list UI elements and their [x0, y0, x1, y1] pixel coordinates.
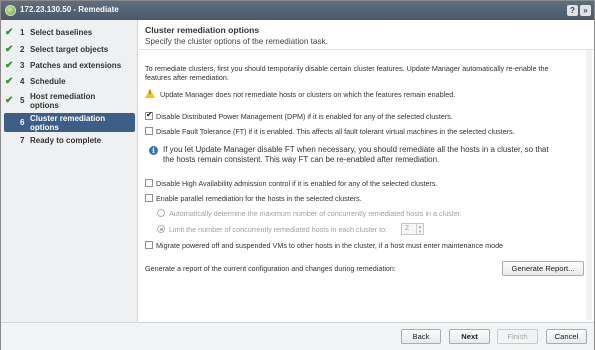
- step-number: 2: [20, 45, 25, 54]
- step-number: 3: [20, 61, 25, 70]
- step-label: Select target objects: [30, 45, 109, 54]
- disable-ha-label: Disable High Availability admission cont…: [156, 179, 438, 188]
- step-host-remediation-options[interactable]: ✔ 5 Host remediation options: [1, 92, 138, 112]
- scrollbar[interactable]: [586, 50, 592, 320]
- step-number: 7: [20, 136, 25, 145]
- check-icon: ✔: [5, 95, 14, 106]
- info-text-line-1: If you let Update Manager disable FT whe…: [163, 145, 549, 154]
- check-icon: ✔: [5, 44, 14, 55]
- step-number: 6: [20, 118, 25, 127]
- disable-dpm-checkbox[interactable]: [145, 110, 153, 120]
- step-label: Host remediation options: [30, 92, 95, 110]
- disable-ha-checkbox[interactable]: [145, 179, 153, 187]
- check-icon: ✔: [5, 76, 14, 87]
- wizard-footer: Back Next Finish Cancel: [1, 322, 594, 350]
- disable-dpm-label: Disable Distributed Power Management (DP…: [156, 112, 453, 121]
- step-label-line-2: options: [30, 101, 59, 110]
- step-ready-to-complete[interactable]: 7 Ready to complete: [1, 136, 138, 148]
- finish-button[interactable]: Finish: [497, 329, 538, 344]
- back-button[interactable]: Back: [401, 329, 441, 344]
- warning-icon: !: [145, 89, 155, 98]
- page-header: Cluster remediation options Specify the …: [139, 20, 594, 50]
- intro-text-line-2: features after remediation.: [145, 73, 229, 82]
- step-schedule[interactable]: ✔ 4 Schedule: [1, 76, 138, 89]
- step-number: 4: [20, 77, 25, 86]
- step-number: 5: [20, 96, 25, 105]
- migrate-vms-checkbox[interactable]: [145, 241, 153, 249]
- page-title: Cluster remediation options: [145, 25, 260, 35]
- step-select-baselines[interactable]: ✔ 1 Select baselines: [1, 27, 138, 40]
- step-label-line-2: options: [30, 123, 59, 132]
- window-title: 172.23.130.50 - Remediate: [20, 5, 119, 14]
- page-subtitle: Specify the cluster options of the remed…: [145, 37, 328, 46]
- limit-hosts-radio[interactable]: [157, 225, 165, 233]
- step-patches-and-extensions[interactable]: ✔ 3 Patches and extensions: [1, 60, 138, 73]
- step-number: 1: [20, 28, 25, 37]
- next-button[interactable]: Next: [449, 329, 490, 344]
- limit-hosts-stepper[interactable]: 2 ▲ ▼: [401, 223, 424, 235]
- title-bar: 172.23.130.50 - Remediate ? »: [1, 1, 594, 20]
- generate-report-button[interactable]: Generate Report...: [502, 261, 584, 276]
- step-label: Select baselines: [30, 28, 93, 37]
- step-select-target-objects[interactable]: ✔ 2 Select target objects: [1, 44, 138, 57]
- collapse-button[interactable]: »: [580, 5, 591, 16]
- parallel-remediation-checkbox[interactable]: [145, 194, 153, 202]
- disable-ft-checkbox[interactable]: [145, 127, 153, 135]
- stepper-arrows-icon[interactable]: ▲ ▼: [416, 224, 423, 234]
- content-pane: Cluster remediation options Specify the …: [139, 20, 594, 322]
- check-icon: ✔: [5, 60, 14, 71]
- report-label: Generate a report of the current configu…: [145, 264, 396, 273]
- step-label: Schedule: [30, 77, 66, 86]
- step-label-line-1: Host remediation: [30, 92, 96, 101]
- limit-hosts-value: 2: [405, 225, 409, 232]
- check-icon: ✔: [5, 27, 14, 38]
- disable-ft-label: Disable Fault Tolerance (FT) if it is en…: [156, 127, 515, 136]
- wizard-steps: ✔ 1 Select baselines ✔ 2 Select target o…: [1, 20, 138, 322]
- auto-determine-label: Automatically determine the maximum numb…: [169, 209, 462, 218]
- intro-text-line-1: To remediate clusters, first you should …: [145, 64, 549, 73]
- parallel-remediation-label: Enable parallel remediation for the host…: [156, 194, 362, 203]
- cancel-button[interactable]: Cancel: [546, 329, 587, 344]
- migrate-vms-label: Migrate powered off and suspended VMs to…: [156, 241, 504, 250]
- info-text-line-2: the hosts remain consistent. This way FT…: [163, 155, 440, 164]
- step-label: Cluster remediation options: [30, 114, 105, 132]
- step-cluster-remediation-options[interactable]: 6 Cluster remediation options: [4, 113, 135, 132]
- vsphere-logo-icon: [5, 5, 16, 16]
- step-label: Patches and extensions: [30, 61, 122, 70]
- warning-text: Update Manager does not remediate hosts …: [160, 90, 456, 99]
- help-button[interactable]: ?: [567, 5, 578, 16]
- limit-hosts-label: Limit the number of concurrently remedia…: [169, 225, 388, 234]
- step-label: Ready to complete: [30, 136, 102, 145]
- step-label-line-1: Cluster remediation: [30, 114, 106, 123]
- auto-determine-radio[interactable]: [157, 209, 165, 217]
- info-icon: i: [149, 146, 158, 155]
- remediate-dialog: 172.23.130.50 - Remediate ? » ✔ 1 Select…: [0, 0, 595, 350]
